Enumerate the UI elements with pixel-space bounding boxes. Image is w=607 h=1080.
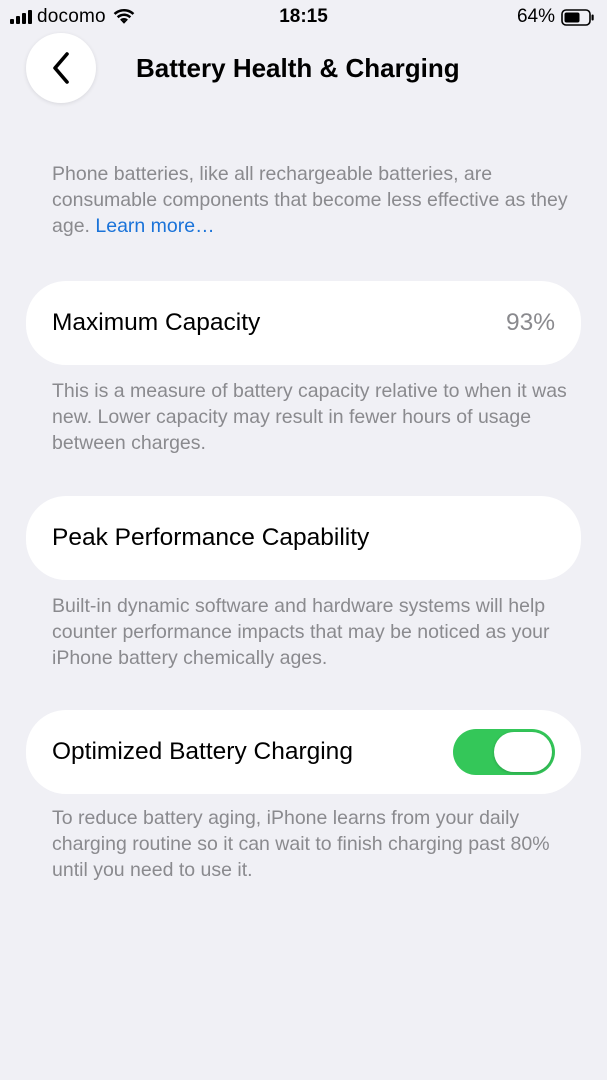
- battery-percent: 64%: [516, 6, 555, 27]
- maximum-capacity-value: 93%: [505, 309, 555, 336]
- status-right: 64%: [517, 6, 595, 28]
- optimized-charging-card: Optimized Battery Charging: [26, 710, 581, 794]
- battery-icon: [561, 8, 594, 26]
- status-bar: docomo 18:15 64%: [0, 0, 607, 34]
- back-button[interactable]: [26, 33, 96, 103]
- maximum-capacity-label: Maximum Capacity: [52, 309, 261, 336]
- clock: 18:15: [279, 6, 328, 27]
- peak-performance-label: Peak Performance Capability: [52, 524, 370, 551]
- toggle-knob: [494, 732, 552, 772]
- maximum-capacity-card: Maximum Capacity 93%: [26, 281, 581, 365]
- optimized-charging-toggle[interactable]: [453, 729, 555, 775]
- intro-text: Phone batteries, like all rechargeable b…: [52, 161, 572, 239]
- peak-performance-card[interactable]: Peak Performance Capability: [26, 496, 581, 580]
- optimized-charging-label: Optimized Battery Charging: [52, 738, 353, 765]
- chevron-left-icon: [53, 52, 69, 84]
- peak-performance-description: Built-in dynamic software and hardware s…: [52, 595, 550, 669]
- learn-more-link[interactable]: Learn more…: [95, 215, 214, 237]
- page-title: Battery Health & Charging: [136, 53, 460, 83]
- optimized-charging-description: To reduce battery aging, iPhone learns f…: [52, 807, 550, 881]
- maximum-capacity-description: This is a measure of battery capacity re…: [52, 380, 567, 454]
